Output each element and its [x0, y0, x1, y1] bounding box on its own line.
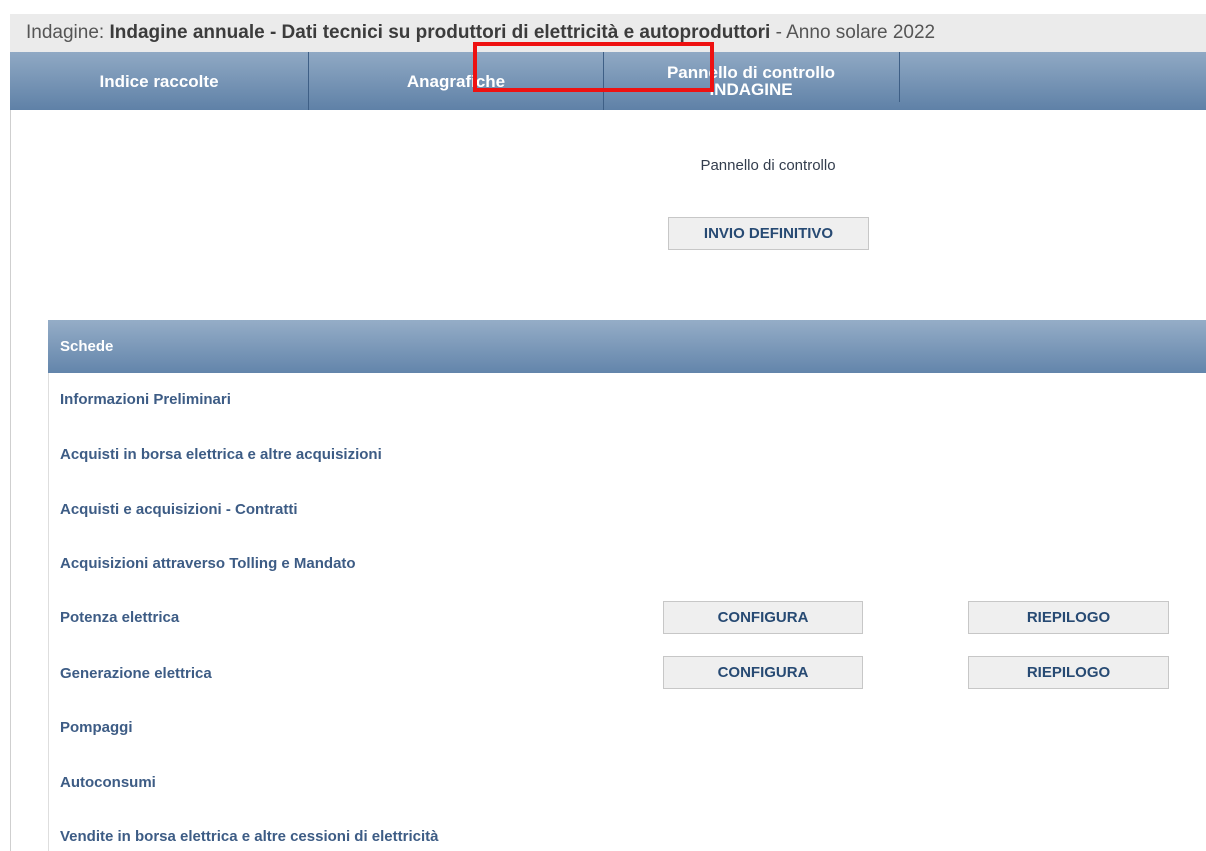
- scheda-acquisti-borsa[interactable]: Acquisti in borsa elettrica e altre acqu…: [60, 446, 382, 463]
- tab-anagrafiche-label: Anagrafiche: [406, 71, 506, 91]
- scheda-pompaggi[interactable]: Pompaggi: [60, 719, 133, 736]
- tab-anagrafiche[interactable]: Anagrafiche: [309, 52, 603, 110]
- potenza-riepilogo-button[interactable]: RIEPILOGO: [968, 601, 1169, 634]
- scheda-autoconsumi[interactable]: Autoconsumi: [60, 774, 156, 791]
- scheda-tolling-mandato[interactable]: Acquisizioni attraverso Tolling e Mandat…: [60, 555, 356, 572]
- nav-separator: [899, 52, 900, 102]
- control-panel-label: Pannello di controllo: [700, 157, 836, 174]
- generazione-configura-button[interactable]: CONFIGURA: [663, 656, 863, 689]
- survey-title-suffix: - Anno solare 2022: [770, 22, 936, 43]
- survey-title-prefix: Indagine:: [26, 22, 110, 43]
- invio-definitivo-button[interactable]: INVIO DEFINITIVO: [668, 217, 869, 250]
- content-left-border: [10, 110, 11, 851]
- survey-title: Indagine annuale - Dati tecnici su produ…: [109, 22, 771, 43]
- main-navbar: Indice raccolte Anagrafiche Pannello di …: [10, 52, 1206, 110]
- survey-title-bar: Indagine: Indagine annuale - Dati tecnic…: [10, 14, 1206, 52]
- tab-pannello-label-line2: INDAGINE: [709, 80, 793, 99]
- scheda-potenza-elettrica[interactable]: Potenza elettrica: [60, 609, 179, 626]
- schede-header: Schede: [48, 320, 1206, 373]
- tab-indice-raccolte-label: Indice raccolte: [99, 71, 219, 91]
- tab-pannello-label-line1: Pannello di controllo: [666, 63, 836, 82]
- tab-pannello-di-controllo[interactable]: Pannello di controllo INDAGINE: [604, 52, 898, 110]
- schede-left-border: [48, 373, 49, 851]
- scheda-informazioni-preliminari[interactable]: Informazioni Preliminari: [60, 391, 231, 408]
- generazione-riepilogo-button[interactable]: RIEPILOGO: [968, 656, 1169, 689]
- potenza-configura-button[interactable]: CONFIGURA: [663, 601, 863, 634]
- scheda-vendite-borsa[interactable]: Vendite in borsa elettrica e altre cessi…: [60, 828, 438, 845]
- tab-indice-raccolte[interactable]: Indice raccolte: [10, 52, 308, 110]
- scheda-generazione-elettrica[interactable]: Generazione elettrica: [60, 665, 212, 682]
- scheda-acquisti-contratti[interactable]: Acquisti e acquisizioni - Contratti: [60, 501, 298, 518]
